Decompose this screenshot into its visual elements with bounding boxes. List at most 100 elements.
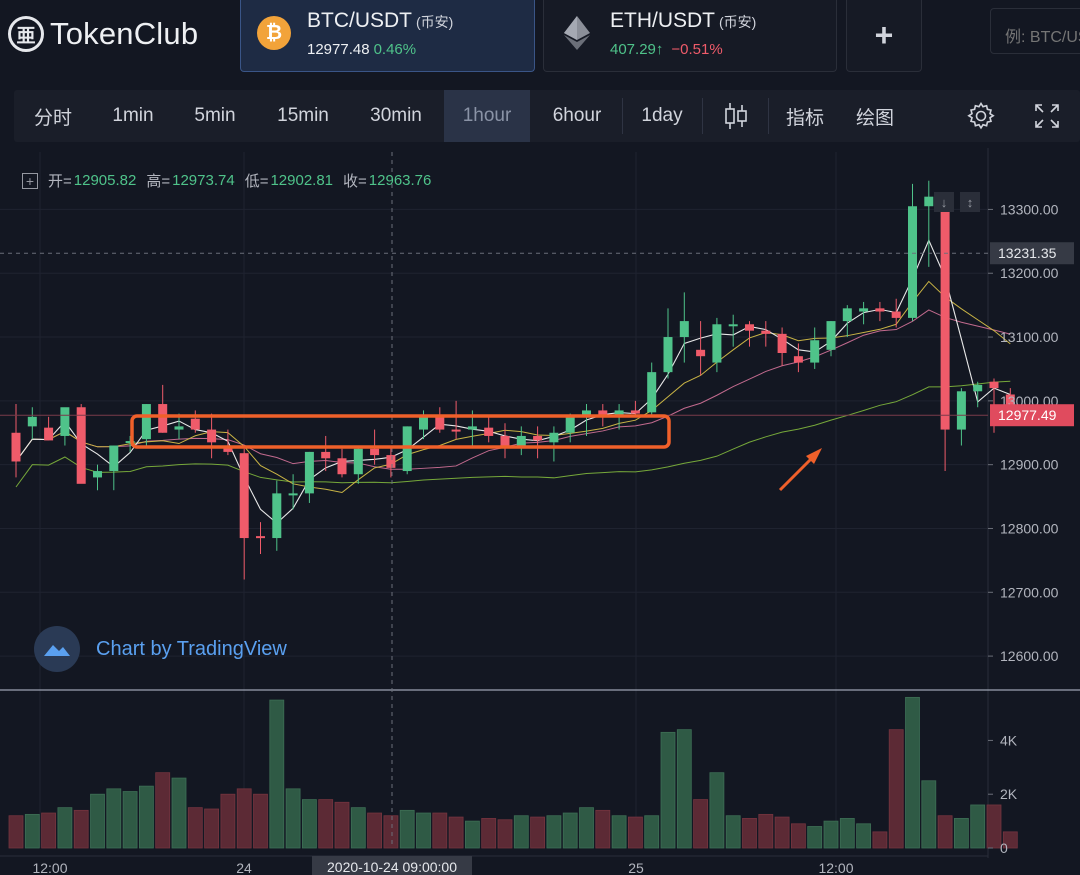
volume-bar: [791, 823, 806, 849]
drawing-tools-button[interactable]: 绘图: [844, 90, 906, 142]
add-pair-button[interactable]: +: [846, 0, 922, 72]
interval-1min[interactable]: 1min: [96, 90, 170, 142]
candle-body: [370, 448, 380, 456]
fullscreen-icon[interactable]: [1024, 90, 1070, 142]
scale-down-icon[interactable]: ↓: [934, 192, 954, 212]
volume-bar: [138, 785, 154, 849]
candle-body: [337, 458, 347, 475]
toolbar-divider: [622, 98, 623, 134]
candle-body: [989, 381, 999, 389]
interval-6hour[interactable]: 6hour: [536, 90, 618, 142]
chart-area[interactable]: 13300.00 13200.00 13100.00 13000.00 12900.00…: [0, 148, 1080, 875]
candlestick-chart[interactable]: 13300.0013200.0013100.0013000.0012900.00…: [0, 148, 1080, 875]
interval-15min[interactable]: 15min: [262, 90, 344, 142]
candle-body: [321, 451, 331, 459]
volume-bar: [823, 820, 839, 849]
candle-body: [712, 324, 722, 363]
pair-price: 407.29: [610, 41, 656, 58]
exchange-label: (币安): [416, 14, 454, 30]
watermark-text: Chart by TradingView: [96, 637, 287, 660]
annotation-arrow: [778, 454, 816, 492]
volume-bar: [187, 807, 203, 849]
candle-body: [761, 330, 771, 334]
price-tick-label: 12900.00: [1000, 457, 1059, 473]
ma-line-green: [15, 380, 1011, 488]
candle-body: [647, 372, 657, 413]
pair-tab-eth[interactable]: ETH/USDT (币安) 407.29↑ −0.51%: [543, 0, 837, 72]
interval-30min[interactable]: 30min: [354, 90, 438, 142]
volume-bar: [660, 731, 676, 849]
expand-legend-icon[interactable]: +: [22, 172, 38, 189]
volume-bar: [546, 815, 562, 849]
candle-body: [793, 356, 803, 363]
indicators-button[interactable]: 指标: [774, 90, 836, 142]
price-up-arrow-icon: ↑: [655, 41, 664, 58]
volume-tick-label: 0: [1000, 840, 1008, 856]
volume-bar: [464, 820, 480, 849]
volume-bar: [872, 831, 888, 849]
tokenclub-logo-icon: 亜: [8, 16, 44, 52]
app-logo[interactable]: 亜 TokenClub: [8, 14, 198, 54]
candle-body: [256, 536, 265, 539]
volume-bar: [676, 729, 692, 849]
volume-bar: [90, 793, 105, 849]
volume-bar: [57, 807, 73, 849]
volume-bar: [204, 808, 220, 849]
volume-tick-label: 2K: [1000, 786, 1018, 802]
volume-bar: [8, 815, 24, 849]
volume-bar: [481, 818, 497, 849]
interval-1day[interactable]: 1day: [628, 90, 696, 142]
interval-1hour[interactable]: 1hour: [444, 90, 530, 142]
candle-body: [44, 427, 54, 441]
time-tick-label: 12:00: [818, 860, 853, 875]
candle-body: [875, 308, 885, 312]
volume-tick-label: 4K: [1000, 732, 1018, 748]
candle-body: [174, 426, 184, 430]
volume-bar: [334, 801, 350, 849]
volume-bar: [253, 793, 268, 849]
toolbar-divider: [702, 98, 703, 134]
candle-body: [93, 471, 102, 478]
ma-line-white: [15, 238, 1011, 524]
scale-fit-icon[interactable]: ↕: [960, 192, 980, 212]
candle-body: [891, 311, 901, 318]
price-tick-label: 12700.00: [1000, 584, 1059, 600]
pair-tab-btc[interactable]: ₿ BTC/USDT (币安) 12977.48 0.46%: [240, 0, 535, 72]
candle-body: [908, 206, 917, 318]
candle-body: [777, 333, 787, 353]
price-tick-label: 13100.00: [1000, 329, 1059, 345]
volume-bar: [106, 788, 122, 849]
close-value: 12963.76: [368, 172, 432, 189]
volume-bar: [171, 777, 187, 849]
candle-body: [435, 416, 445, 430]
pair-name: ETH/USDT: [610, 9, 715, 32]
tradingview-cloud-icon: [34, 626, 80, 672]
ohlc-legend: + 开= 12905.82 高= 12973.74 低= 12902.81 收= 129…: [22, 170, 431, 191]
volume-bar: [155, 772, 171, 849]
pair-name: BTC/USDT: [307, 9, 412, 32]
time-tick-label: 24: [236, 860, 252, 875]
toolbar-divider: [768, 98, 769, 134]
candle-body: [467, 426, 477, 430]
settings-gear-icon[interactable]: [958, 90, 1004, 142]
candle-body: [745, 324, 754, 331]
volume-bar: [888, 729, 904, 849]
interval-5min[interactable]: 5min: [178, 90, 252, 142]
candle-body: [109, 445, 119, 472]
interval-timeline[interactable]: 分时: [18, 90, 88, 142]
search-input[interactable]: [990, 8, 1080, 54]
open-value: 12905.82: [73, 172, 137, 189]
candle-type-icon[interactable]: [710, 90, 762, 142]
volume-bar: [350, 807, 366, 849]
crosshair-time-label: 2020-10-24 09:00:00: [327, 859, 457, 875]
candle-body: [190, 418, 200, 430]
price-tick-label: 13200.00: [1000, 265, 1059, 281]
candle-body: [451, 429, 461, 432]
ethereum-icon: [560, 16, 594, 50]
volume-bar: [432, 812, 448, 849]
volume-bar: [73, 809, 89, 849]
candle-body: [728, 324, 738, 327]
tradingview-watermark[interactable]: Chart by TradingView: [34, 626, 287, 672]
candle-body: [60, 407, 70, 436]
price-tick-label: 12800.00: [1000, 520, 1059, 536]
